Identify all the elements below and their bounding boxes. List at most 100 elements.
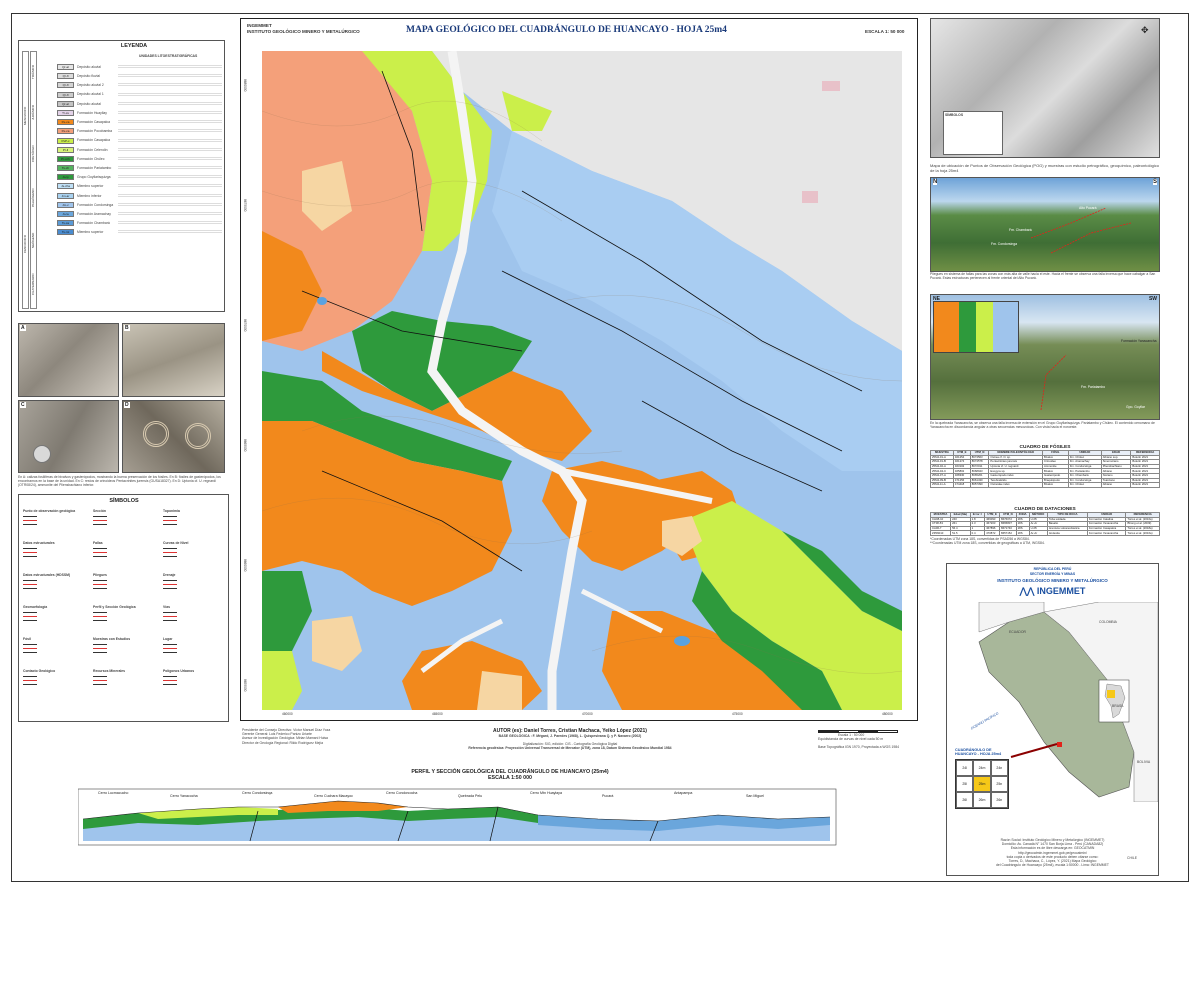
grid-y-label: 8670000 <box>243 319 247 332</box>
table-cell: Ostreidae indet. <box>988 482 1044 488</box>
period-label: CUATERNARIO <box>31 273 35 296</box>
grid-y-label: 8665000 <box>243 439 247 452</box>
photo2-caption: En la quebrada Yanacancha, se observa un… <box>930 421 1155 430</box>
legend-swatch: Qr-fl <box>57 82 74 89</box>
legend-unit-row: Pr-ll Formación Celendín <box>57 146 225 154</box>
hillshade-map: SÍMBOLOS ✥ <box>930 18 1160 158</box>
legend-units: Qr-al Depósito aluvial Qr-fl Depósito fluvi… <box>57 63 225 238</box>
section-peak-label: Cerro Yanacocha <box>170 794 198 798</box>
legend-panel: LEYENDA CENOZOICO MESOZOICO CUATERNARIO … <box>18 40 225 312</box>
symbol-sample-line <box>163 556 177 558</box>
north-arrow-icon: ✥ <box>1141 25 1149 35</box>
section-peak-label: San Miguel <box>746 794 764 798</box>
symbols-list: Punto de observación geológica Datos estr… <box>23 509 227 719</box>
table-cell: 18S <box>1015 530 1030 536</box>
legend-formation-name: Formación Aramachay <box>77 211 111 216</box>
grid-y-label: 8680000 <box>243 79 247 92</box>
legend-unit-row: Qr-fl Depósito fluvial <box>57 72 225 80</box>
symbol-sample-line <box>93 684 107 686</box>
symbol-group-title: Pliegues <box>93 573 107 577</box>
country-label: COLOMBIA <box>1099 620 1117 624</box>
legend-swatch: PsP-c <box>57 137 74 144</box>
legend-formation-name: Formación Chambará <box>77 221 110 226</box>
symbol-group-title: Lugar <box>163 637 173 641</box>
footer-line: del Cuadrángulo de Huancayo (25m4), esca… <box>996 863 1109 868</box>
legend-unit-row: Jm-c Formación Condorsinga <box>57 201 225 209</box>
table-cell: 0.4 <box>969 530 986 536</box>
symbol-sample-line <box>163 612 177 614</box>
index-cell: 26n <box>990 792 1008 808</box>
symbol-sample-line <box>23 676 37 678</box>
symbol-sample-line <box>93 524 107 526</box>
legend-description-lines <box>118 138 222 143</box>
legend-swatch: Ji-ca <box>57 211 74 217</box>
index-cell: 25n <box>990 776 1008 792</box>
index-cell: 24m <box>973 760 991 776</box>
institute-line2: INSTITUTO GEOLÓGICO MINERO Y METALÚRGICO <box>247 29 360 34</box>
symbol-sample-line <box>23 680 37 682</box>
legend-column-header: UNIDADES LITOESTRATIGRÁFICAS <box>139 54 198 58</box>
symbol-sample-line <box>163 616 177 618</box>
period-label: NEÓGENO <box>31 232 35 248</box>
grid-x-label: 470000 <box>582 712 593 716</box>
table-cell: Andesita <box>1046 530 1088 536</box>
period-label: CRETÁCEO <box>31 145 35 163</box>
legend-description-lines <box>118 166 222 171</box>
symbol-group: Perfil y Sección Geológica <box>93 605 159 624</box>
symbol-sample-line <box>23 648 37 650</box>
geologic-cross-section[interactable]: Cerro Lucmacucho Cerro Yanacocha Cerro Con… <box>78 785 838 849</box>
symbol-sample-line <box>23 652 37 654</box>
section-peak-label: Cerro Lucmacucho <box>98 791 128 795</box>
legend-description-lines <box>118 175 222 180</box>
section-peak-label: Cerro Mtn Huaylaya <box>530 791 562 795</box>
country-label: ECUADOR <box>1009 630 1026 634</box>
legend-swatch: Qr-al <box>57 100 74 107</box>
fault-trace <box>1040 354 1067 411</box>
geologic-map[interactable] <box>262 51 902 710</box>
legend-swatch: Ji-cp <box>57 174 74 181</box>
symbol-sample-line <box>93 680 107 682</box>
symbol-group-title: Vías <box>163 605 170 609</box>
symbol-group: Polígonos Urbanos <box>163 669 229 688</box>
photo1-label: Fm. Chambará <box>1009 228 1032 232</box>
legend-formation-name: Formación Casapalca <box>77 138 110 143</box>
legend-swatch: Pr-cch <box>57 155 74 162</box>
symbol-sample-line <box>93 548 107 550</box>
legend-description-lines <box>118 184 222 189</box>
legend-description-lines <box>118 101 222 106</box>
symbol-group-title: Fallas <box>93 541 103 545</box>
symbol-group-title: Sección <box>93 509 107 513</box>
credits-left: Presidente del Consejo Directivo: Víctor… <box>242 728 432 745</box>
index-cell: 26l <box>956 792 974 808</box>
symbol-group-title: Datos estructurales (HDSSM) <box>23 573 71 577</box>
ingemmet-logo: ⋀⋀ INGEMMET <box>1019 586 1086 596</box>
photos-caption: En A: calizas fosilíferas de bivalvos y … <box>18 475 221 488</box>
dating-table: MUESTRA Edad (Ma) Error ± UTM_E UTM_N ZONA MÉT… <box>929 512 1160 536</box>
country-label: BOLIVIA <box>1137 760 1151 764</box>
symbol-group-title: Datos estructurales <box>23 541 55 545</box>
symbol-group-title: Drenaje <box>163 573 176 577</box>
symbol-group-title: Curvas de Nivel <box>163 541 189 545</box>
symbol-group-title: Toponimia <box>163 509 180 513</box>
legend-formation-name: Depósito fluvial <box>77 74 100 79</box>
period-label: TRIÁSICO <box>31 64 35 80</box>
table-cell: 8657390 <box>969 482 990 488</box>
section-peak-label: Cerro Cuchara Macayoc <box>314 794 353 798</box>
grid-y-label: 8660000 <box>243 559 247 572</box>
hillshade-legend: SÍMBOLOS <box>943 111 1003 155</box>
symbol-group: Muestras con Estudios <box>93 637 159 656</box>
period-label: PALEÓGENO <box>31 188 35 207</box>
symbol-group: Datos estructurales <box>23 541 89 560</box>
legend-unit-row: Pe-ca Formación Casapalca <box>57 118 225 126</box>
symbol-group: Geomorfología <box>23 605 89 624</box>
photo1-caption: Pliegues en sistema de fallas para las z… <box>930 272 1156 281</box>
legend-unit-row: Qr-fl Depósito aluvial 2 <box>57 81 225 89</box>
symbol-sample-line <box>93 612 107 614</box>
symbol-group-title: Punto de observación geológica <box>23 509 76 513</box>
photo2-label: Formación Yanacancha <box>1121 339 1157 343</box>
photo2-annotations <box>1040 354 1067 411</box>
index-cell: 24n <box>990 760 1008 776</box>
legend-description-lines <box>118 230 222 235</box>
symbol-sample-line <box>23 644 37 646</box>
table-cell: Boletín 2021 <box>1130 482 1160 488</box>
